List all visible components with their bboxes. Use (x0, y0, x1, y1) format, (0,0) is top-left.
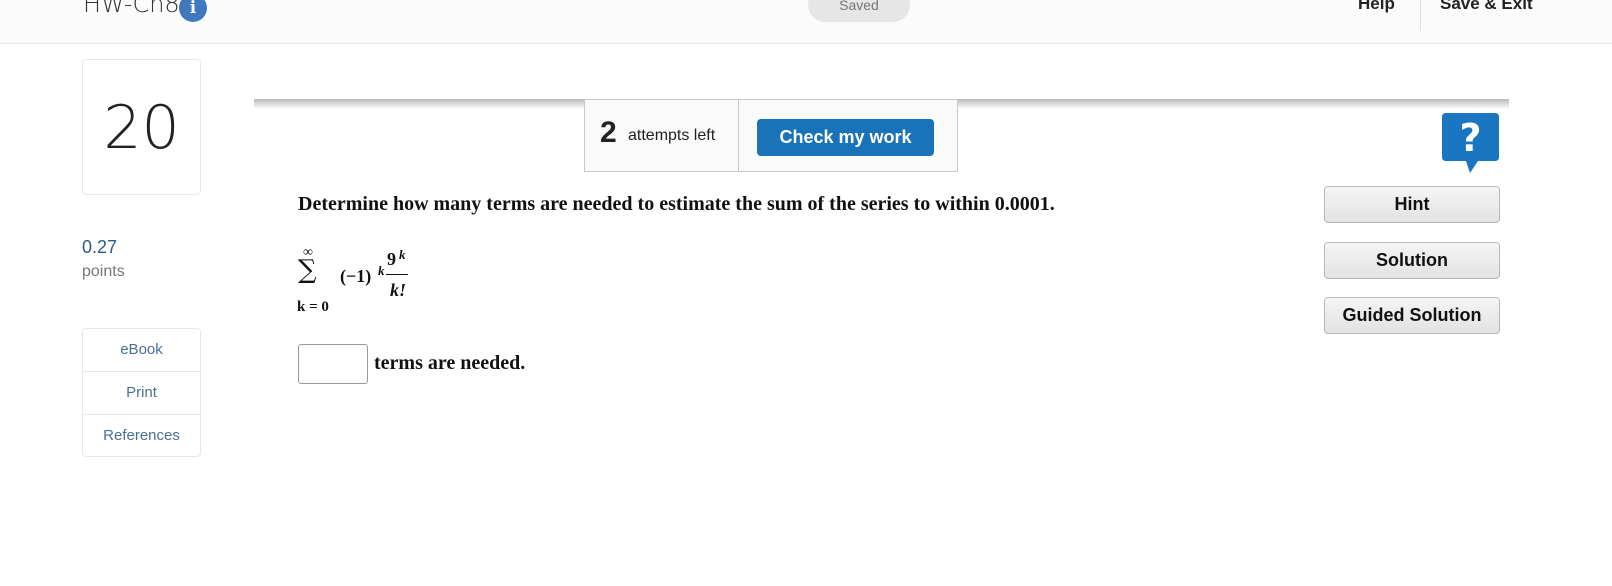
help-link[interactable]: Help (1358, 0, 1395, 14)
save-exit-link[interactable]: Save & Exit (1440, 0, 1533, 14)
points-label: points (82, 263, 125, 280)
points-value: 0.27 (82, 237, 118, 257)
answer-input[interactable] (298, 344, 368, 384)
attempts-label: attempts left (628, 127, 716, 144)
check-panel: Check my work (738, 99, 958, 172)
print-link[interactable]: Print (83, 372, 200, 415)
series-expression: ∞ ∑ k = 0 (−1) k 9 k k! (296, 245, 436, 320)
header-divider (1420, 0, 1421, 30)
denominator: k! (390, 280, 407, 300)
sigma-symbol: ∑ (298, 255, 317, 285)
top-bar: HW-Ch8 i Saved Help Save & Exit (0, 0, 1612, 44)
question-prompt: Determine how many terms are needed to e… (298, 193, 1055, 215)
fraction-bar (386, 274, 408, 275)
svg-text:?: ? (1459, 116, 1481, 160)
sign-term: (−1) (340, 266, 372, 286)
attempts-panel: 2 attempts left (584, 99, 739, 172)
references-link[interactable]: References (83, 415, 200, 458)
ebook-link[interactable]: eBook (83, 329, 200, 372)
numerator-exponent: k (399, 247, 406, 262)
numerator-base: 9 (387, 249, 396, 269)
question-number: 20 (82, 59, 201, 195)
answer-suffix: terms are needed. (374, 352, 526, 374)
guided-solution-button[interactable]: Guided Solution (1324, 297, 1500, 334)
check-my-work-button[interactable]: Check my work (757, 119, 934, 156)
sign-exponent: k (378, 263, 385, 278)
resources-panel: eBook Print References (82, 328, 201, 457)
info-icon[interactable]: i (179, 0, 207, 22)
lower-limit: k = 0 (297, 299, 329, 315)
solution-button[interactable]: Solution (1324, 242, 1500, 279)
assignment-title: HW-Ch8 (83, 0, 180, 18)
hint-button[interactable]: Hint (1324, 186, 1500, 223)
attempts-count: 2 (600, 116, 617, 149)
saved-status: Saved (808, 0, 910, 22)
question-mark-icon[interactable]: ? (1442, 113, 1499, 175)
